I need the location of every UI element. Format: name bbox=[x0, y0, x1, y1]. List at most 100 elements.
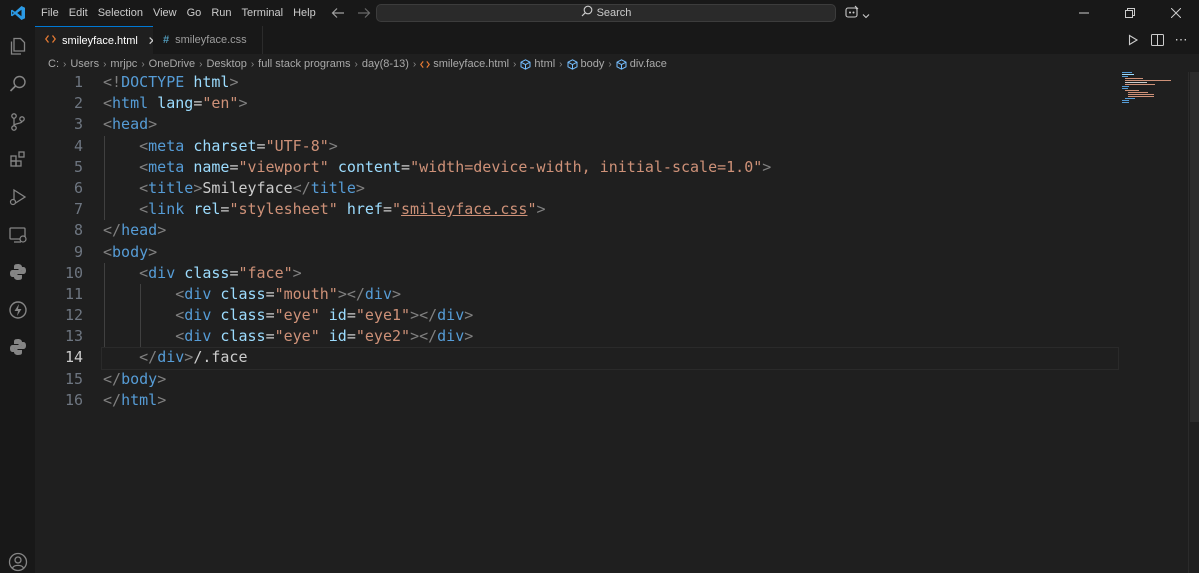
chevron-right-icon: › bbox=[608, 58, 612, 70]
line-number: 4 bbox=[73, 136, 83, 155]
tab-bar: smileyface.html ✕ # smileyface.css ⋯ bbox=[35, 26, 1199, 54]
python-icon[interactable] bbox=[0, 256, 35, 288]
code-lines: <!DOCTYPE html> <html lang="en"> <head> … bbox=[101, 72, 1123, 411]
breadcrumb-user[interactable]: mrjpc bbox=[110, 58, 137, 70]
search-label: Search bbox=[596, 7, 632, 19]
menu-go[interactable]: Go bbox=[182, 0, 207, 26]
menu-file[interactable]: File bbox=[36, 0, 64, 26]
code-line: <html lang="en"> bbox=[103, 94, 248, 113]
line-number-current: 14 bbox=[64, 348, 83, 367]
menu-edit[interactable]: Edit bbox=[64, 0, 93, 26]
chevron-right-icon: › bbox=[63, 58, 67, 70]
vertical-scrollbar[interactable] bbox=[1188, 72, 1199, 573]
line-number: 10 bbox=[64, 263, 83, 282]
explorer-icon[interactable] bbox=[0, 30, 35, 62]
breadcrumb-onedrive[interactable]: OneDrive bbox=[149, 58, 195, 70]
line-number-gutter: 1 2 3 4 5 6 7 8 9 10 11 12 13 14 15 16 bbox=[35, 72, 83, 411]
title-bar: File Edit Selection View Go Run Terminal… bbox=[0, 0, 1199, 26]
css-file-icon: # bbox=[163, 34, 170, 46]
breadcrumb-folder[interactable]: full stack programs bbox=[258, 58, 350, 70]
menu-selection[interactable]: Selection bbox=[93, 0, 148, 26]
extensions-icon[interactable] bbox=[0, 143, 35, 175]
remote-explorer-icon[interactable] bbox=[0, 219, 35, 251]
chevron-right-icon: › bbox=[141, 58, 145, 70]
code-line: </head> bbox=[103, 221, 167, 240]
breadcrumb-html[interactable]: html bbox=[534, 58, 555, 70]
element-symbol-icon bbox=[520, 58, 531, 70]
chevron-right-icon: › bbox=[250, 58, 255, 70]
breadcrumb-drive[interactable]: C: bbox=[48, 58, 59, 70]
line-number: 3 bbox=[73, 115, 83, 134]
copilot-icon bbox=[844, 5, 860, 24]
source-control-icon[interactable] bbox=[0, 106, 35, 138]
line-number: 5 bbox=[73, 157, 83, 176]
line-number: 2 bbox=[73, 94, 83, 113]
line-number: 15 bbox=[64, 369, 83, 388]
code-line: </body> bbox=[103, 369, 167, 388]
code-line: <!DOCTYPE html> bbox=[103, 73, 239, 91]
minimap[interactable] bbox=[1120, 72, 1180, 112]
html-file-icon bbox=[44, 34, 57, 47]
minimize-button[interactable] bbox=[1061, 0, 1107, 26]
line-number: 12 bbox=[64, 306, 83, 325]
breadcrumb-subfolder[interactable]: day(8-13) bbox=[362, 58, 409, 70]
menu-help[interactable]: Help bbox=[288, 0, 321, 26]
menu-terminal[interactable]: Terminal bbox=[237, 0, 289, 26]
thunder-icon[interactable] bbox=[0, 294, 35, 326]
line-number: 9 bbox=[73, 242, 83, 261]
breadcrumb-users[interactable]: Users bbox=[70, 58, 99, 70]
breadcrumb-div-face[interactable]: div.face bbox=[630, 58, 667, 70]
forward-arrow-icon[interactable] bbox=[356, 4, 372, 22]
line-number: 11 bbox=[64, 284, 83, 303]
code-line: <head> bbox=[103, 115, 158, 134]
python-env-icon[interactable] bbox=[0, 331, 35, 363]
line-number: 1 bbox=[73, 73, 83, 91]
breadcrumb-desktop[interactable]: Desktop bbox=[206, 58, 246, 70]
chevron-right-icon: › bbox=[354, 58, 358, 70]
split-editor-icon[interactable] bbox=[1149, 32, 1165, 48]
back-arrow-icon[interactable] bbox=[330, 4, 346, 22]
code-line: <title>Smileyface</title> bbox=[139, 178, 365, 197]
copilot-menu-button[interactable] bbox=[844, 5, 870, 24]
chevron-down-icon bbox=[862, 6, 870, 24]
run-file-icon[interactable] bbox=[1125, 32, 1141, 48]
tab-smileyface-css[interactable]: # smileyface.css bbox=[153, 26, 263, 54]
code-editor[interactable]: 1 2 3 4 5 6 7 8 9 10 11 12 13 14 15 16 <… bbox=[35, 72, 1199, 573]
run-debug-icon[interactable] bbox=[0, 181, 35, 213]
tab-label: smileyface.css bbox=[175, 34, 247, 46]
restore-button[interactable] bbox=[1107, 0, 1153, 26]
element-symbol-icon bbox=[616, 58, 627, 70]
tab-smileyface-html[interactable]: smileyface.html ✕ bbox=[35, 26, 158, 54]
line-number: 16 bbox=[64, 390, 83, 409]
breadcrumb: C: › Users › mrjpc › OneDrive › Desktop … bbox=[48, 56, 667, 72]
line-number: 6 bbox=[73, 178, 83, 197]
scrollbar-thumb[interactable] bbox=[1190, 72, 1199, 422]
menu-bar: File Edit Selection View Go Run Terminal… bbox=[36, 0, 321, 26]
vscode-logo-icon bbox=[0, 0, 36, 26]
search-icon bbox=[581, 4, 593, 22]
chevron-right-icon: › bbox=[199, 58, 203, 70]
chevron-right-icon: › bbox=[412, 58, 417, 70]
code-line: <meta name="viewport" content="width=dev… bbox=[139, 157, 772, 176]
account-icon[interactable] bbox=[0, 546, 35, 573]
html-file-icon bbox=[420, 60, 431, 69]
chevron-right-icon: › bbox=[559, 58, 563, 70]
code-line: <div class="mouth"></div> bbox=[175, 284, 402, 303]
menu-view[interactable]: View bbox=[148, 0, 182, 26]
close-window-button[interactable] bbox=[1153, 0, 1199, 26]
chevron-right-icon: › bbox=[103, 58, 107, 70]
breadcrumb-file[interactable]: smileyface.html bbox=[433, 58, 509, 70]
tab-label: smileyface.html bbox=[62, 34, 138, 47]
search-icon[interactable] bbox=[0, 68, 35, 100]
line-number: 8 bbox=[73, 221, 83, 240]
code-line: <body> bbox=[103, 242, 158, 261]
menu-run[interactable]: Run bbox=[206, 0, 236, 26]
code-line: <div class="eye" id="eye1"></div> bbox=[175, 306, 474, 325]
activity-bar bbox=[0, 26, 35, 573]
breadcrumb-body[interactable]: body bbox=[581, 58, 605, 70]
element-symbol-icon bbox=[567, 58, 578, 70]
command-center-search[interactable]: Search bbox=[376, 4, 836, 22]
code-line: <link rel="stylesheet" href="smileyface.… bbox=[139, 200, 546, 219]
code-line: <div class="eye" id="eye2"></div> bbox=[175, 327, 474, 346]
more-actions-icon[interactable]: ⋯ bbox=[1173, 32, 1189, 48]
